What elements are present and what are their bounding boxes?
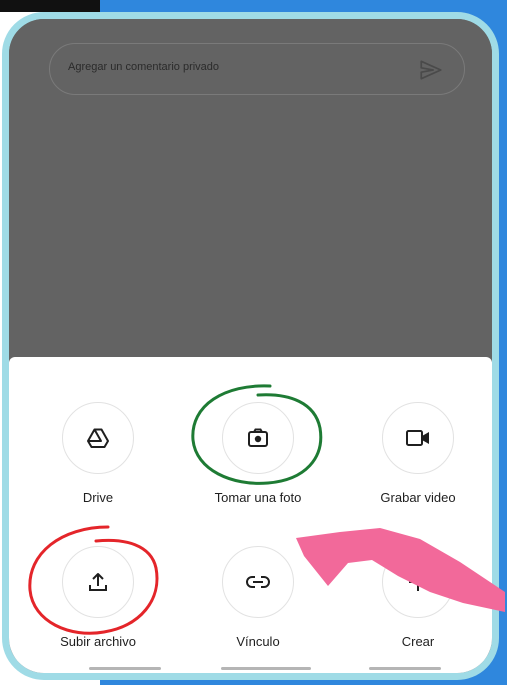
option-label: Crear [401,634,435,649]
background-dark-strip [0,0,100,12]
upload-circle[interactable] [62,546,134,618]
phone-frame: Agregar un comentario privado Drive Toma… [2,12,499,680]
comment-placeholder: Agregar un comentario privado [68,61,220,73]
plus-circle[interactable] [382,546,454,618]
camera-icon [248,428,268,447]
video-circle[interactable] [382,402,454,474]
nav-indicator-right [369,667,441,670]
option-create[interactable]: Crear [353,546,483,649]
option-label: Tomar una foto [214,490,302,505]
drive-circle[interactable] [62,402,134,474]
option-label: Drive [82,490,114,505]
video-icon [406,430,429,446]
send-icon[interactable] [418,57,444,83]
option-record-video[interactable]: Grabar video [353,402,483,505]
plus-icon [409,573,427,591]
attach-bottom-sheet: Drive Tomar una foto Grabar video Subir … [9,357,492,673]
option-drive[interactable]: Drive [33,402,163,505]
camera-circle[interactable] [222,402,294,474]
nav-indicator-left [89,667,161,670]
upload-icon [89,573,107,591]
option-take-photo[interactable]: Tomar una foto [193,402,323,505]
option-label: Subir archivo [60,634,136,649]
nav-indicator-center [221,667,311,670]
option-upload-file[interactable]: Subir archivo [33,546,163,649]
option-label: Grabar video [380,490,456,505]
drive-icon [87,428,109,448]
dimmed-content: Agregar un comentario privado [9,19,492,357]
option-label: Vínculo [236,634,280,649]
private-comment-field[interactable]: Agregar un comentario privado [49,43,465,95]
link-icon [246,576,270,588]
link-circle[interactable] [222,546,294,618]
option-link[interactable]: Vínculo [193,546,323,649]
